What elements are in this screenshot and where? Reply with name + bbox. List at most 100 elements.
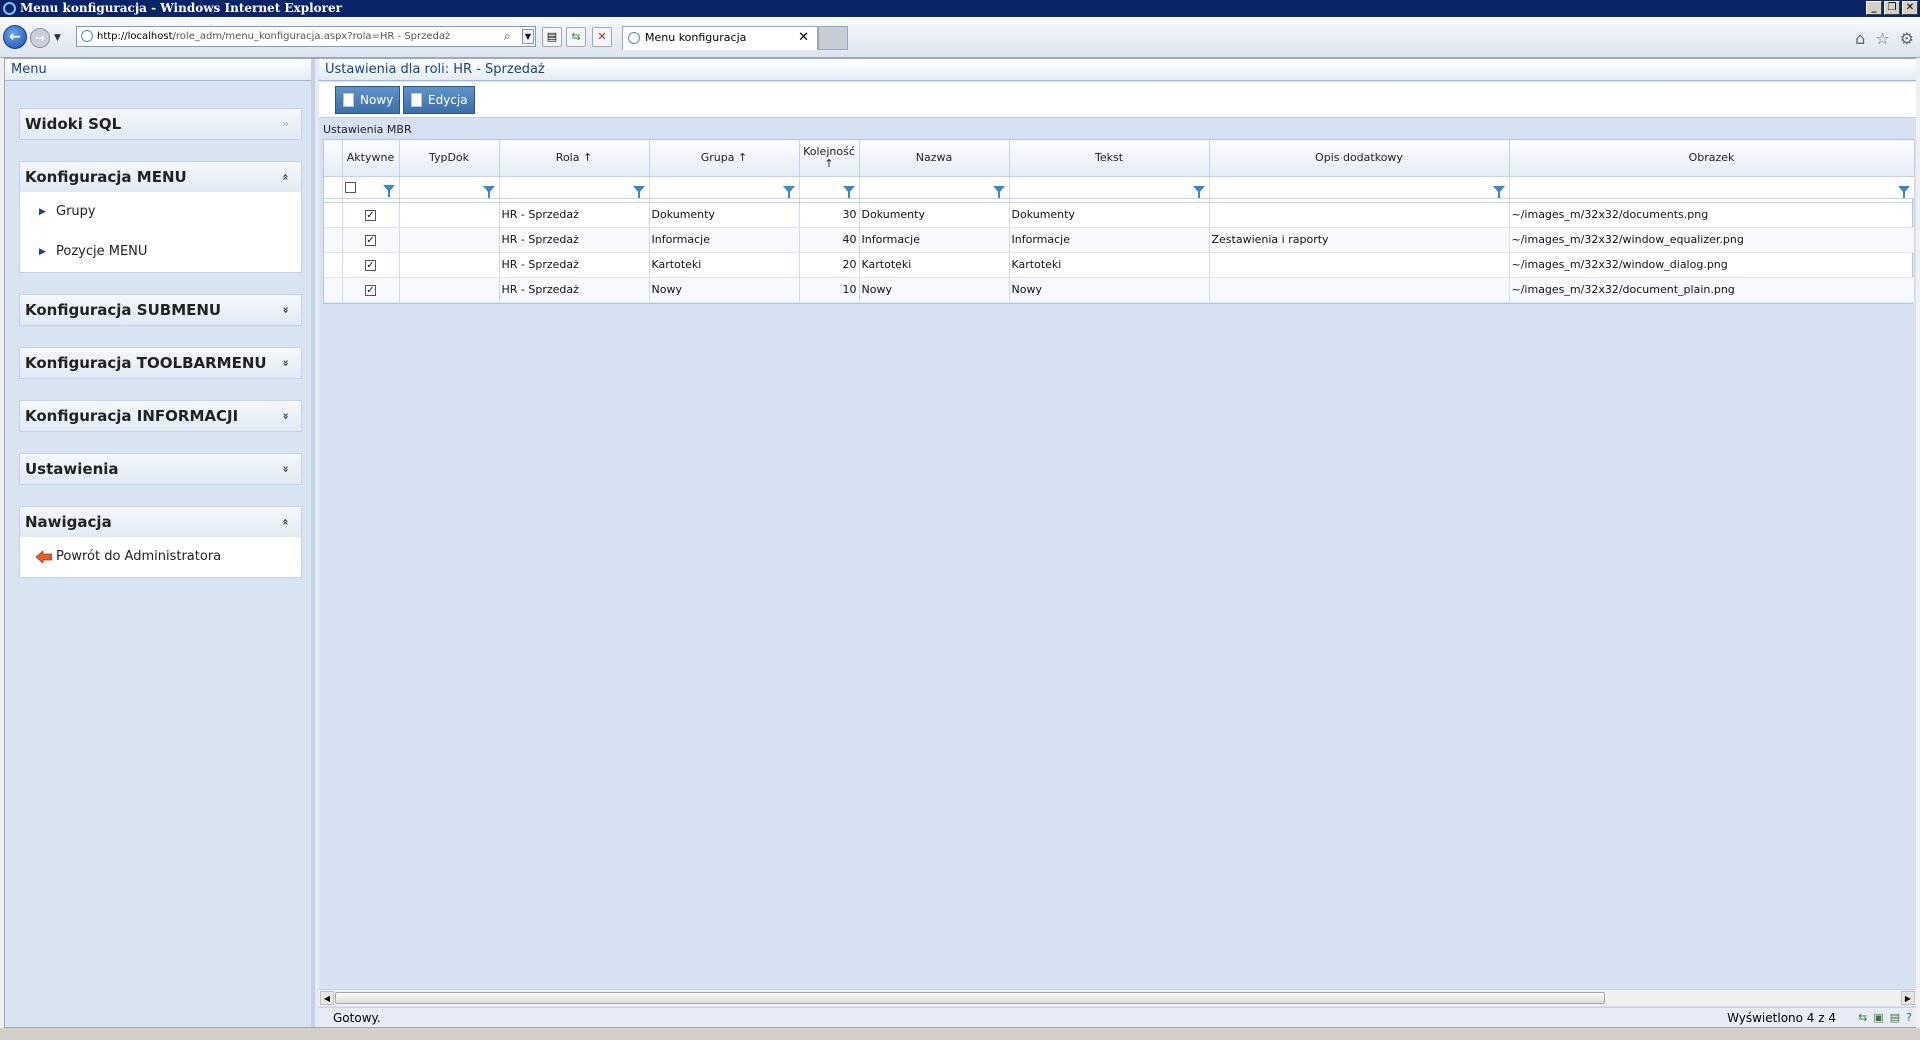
active-checkbox[interactable]: ✓ [365, 209, 376, 221]
restore-icon[interactable]: ❐ [1884, 1, 1900, 15]
active-checkbox[interactable]: ✓ [365, 259, 376, 271]
filter-checkbox[interactable] [344, 182, 356, 193]
chevron-up-icon[interactable]: » [270, 173, 300, 180]
status-count: Wyświetlono 4 z 4 [1727, 1011, 1836, 1025]
grid-caption: Ustawienia MBR [323, 123, 412, 136]
search-icon[interactable]: ⌕ [504, 29, 511, 44]
filter-cell[interactable] [859, 176, 1010, 199]
cell-obrazek: ~/images_m/32x32/documents.png [1509, 202, 1915, 228]
section-header[interactable]: Konfiguracja SUBMENU » [20, 295, 301, 325]
column-header-rola[interactable]: Rola ↑ [499, 140, 650, 177]
column-header-grupa[interactable]: Grupa ↑ [649, 140, 800, 177]
forward-arrow-icon[interactable]: → [30, 28, 50, 48]
chevron-up-icon[interactable]: » [270, 518, 300, 525]
filter-cell[interactable] [1209, 176, 1510, 199]
filter-icon[interactable] [1192, 185, 1205, 197]
tools-gear-icon[interactable]: ⚙ [1900, 29, 1914, 48]
chevron-down-icon[interactable]: » [270, 412, 300, 419]
favorites-star-icon[interactable]: ☆ [1875, 29, 1889, 48]
scroll-right-icon[interactable]: ▶ [1901, 991, 1915, 1005]
minimize-icon[interactable]: _ [1866, 1, 1882, 15]
cell-aktywne[interactable]: ✓ [342, 227, 400, 253]
filter-cell[interactable] [1009, 176, 1210, 199]
address-path: /role_adm/menu_konfiguracja.aspx?rola=HR… [172, 31, 451, 42]
table-row[interactable]: ✓ HR - Sprzedaż Dokumenty 30 Dokumenty D… [324, 202, 1915, 228]
row-indicator[interactable] [324, 252, 343, 278]
chevron-down-icon[interactable]: » [270, 465, 300, 472]
tab-close-icon[interactable]: ✕ [798, 27, 809, 49]
section-header[interactable]: Konfiguracja INFORMACJI » [20, 401, 301, 431]
column-header-tekst[interactable]: Tekst [1009, 140, 1210, 177]
filter-cell[interactable] [649, 176, 800, 199]
row-indicator[interactable] [324, 202, 343, 228]
horizontal-scrollbar[interactable]: ◀ ▶ [319, 989, 1916, 1006]
history-dropdown-icon[interactable]: ▼ [54, 33, 61, 43]
home-icon[interactable]: ⌂ [1855, 29, 1865, 48]
cell-opis [1209, 202, 1510, 228]
column-header-opis[interactable]: Opis dodatkowy [1209, 140, 1510, 177]
column-header-kolejnosc[interactable]: Kolejność ↑ [799, 140, 860, 177]
chevron-down-icon[interactable]: » [270, 306, 300, 313]
filter-cell[interactable] [1509, 176, 1915, 199]
menu-item-grupy[interactable]: ▶ Grupy [20, 192, 301, 232]
address-bar[interactable]: http://localhost/role_adm/menu_konfigura… [76, 26, 536, 47]
stop-icon[interactable]: ✕ [592, 27, 612, 47]
filter-icon[interactable] [1492, 185, 1505, 197]
cell-typdok [399, 227, 500, 253]
column-header-typdok[interactable]: TypDok [399, 140, 500, 177]
table-row[interactable]: ✓ HR - Sprzedaż Nowy 10 Nowy Nowy ~/imag… [324, 277, 1915, 303]
print-icon[interactable]: ▤ [1890, 1008, 1900, 1028]
filter-icon[interactable] [482, 185, 495, 197]
cell-aktywne[interactable]: ✓ [342, 252, 400, 278]
cell-aktywne[interactable]: ✓ [342, 202, 400, 228]
filter-icon[interactable] [842, 185, 855, 197]
edit-button[interactable]: Edycja [403, 86, 475, 114]
filter-cell[interactable] [799, 176, 860, 199]
section-header[interactable]: Nawigacja » [20, 507, 301, 537]
filter-cell[interactable] [499, 176, 650, 199]
section-widoki-sql: Widoki SQL » [19, 108, 302, 140]
section-header[interactable]: Widoki SQL » [20, 109, 301, 139]
active-checkbox[interactable]: ✓ [365, 234, 376, 246]
filter-cell[interactable] [342, 176, 400, 199]
row-indicator[interactable] [324, 277, 343, 303]
browser-tab[interactable]: Menu konfiguracja ✕ [622, 26, 818, 50]
filter-icon[interactable] [782, 185, 795, 197]
column-header-nazwa[interactable]: Nazwa [859, 140, 1010, 177]
new-button[interactable]: Nowy [335, 86, 401, 114]
menu-item-powrot[interactable]: Powrót do Administratora [20, 537, 301, 577]
section-title: Ustawienia [25, 460, 119, 478]
menu-item-pozycje-menu[interactable]: ▶ Pozycje MENU [20, 232, 301, 272]
filter-icon[interactable] [382, 184, 395, 197]
export-icon[interactable]: ▣ [1873, 1008, 1883, 1028]
section-header[interactable]: Konfiguracja TOOLBARMENU » [20, 348, 301, 378]
back-arrow-icon[interactable]: ← [3, 25, 27, 49]
section-header[interactable]: Konfiguracja MENU » [20, 162, 301, 192]
close-icon[interactable]: ✕ [1902, 1, 1918, 15]
refresh-icon[interactable]: ⇆ [1858, 1008, 1867, 1028]
cell-aktywne[interactable]: ✓ [342, 277, 400, 303]
table-row[interactable]: ✓ HR - Sprzedaż Kartoteki 20 Kartoteki K… [324, 252, 1915, 278]
help-icon[interactable]: ? [1906, 1008, 1912, 1028]
filter-icon[interactable] [632, 185, 645, 197]
filter-icon[interactable] [992, 185, 1005, 197]
chevron-down-icon[interactable]: » [282, 109, 289, 139]
column-header-aktywne[interactable]: Aktywne [342, 140, 400, 177]
active-checkbox[interactable]: ✓ [365, 284, 376, 296]
cell-nazwa: Dokumenty [859, 202, 1010, 228]
row-indicator[interactable] [324, 227, 343, 253]
new-tab-button[interactable] [818, 26, 848, 50]
chevron-down-icon[interactable]: » [270, 359, 300, 366]
data-grid: Aktywne TypDok Rola ↑ Grupa ↑ Kolejność … [323, 139, 1915, 304]
filter-cell[interactable] [399, 176, 500, 199]
filter-icon[interactable] [1897, 185, 1910, 197]
scrollbar-thumb[interactable] [335, 992, 1605, 1004]
page-icon [81, 30, 93, 42]
section-header[interactable]: Ustawienia » [20, 454, 301, 484]
scroll-left-icon[interactable]: ◀ [320, 991, 334, 1005]
compatibility-icon[interactable]: ▤ [542, 27, 562, 47]
table-row[interactable]: ✓ HR - Sprzedaż Informacje 40 Informacje… [324, 227, 1915, 253]
address-dropdown-icon[interactable]: ▼ [522, 29, 534, 44]
column-header-obrazek[interactable]: Obrazek [1509, 140, 1915, 177]
refresh-icon[interactable]: ⇆ [566, 27, 586, 47]
